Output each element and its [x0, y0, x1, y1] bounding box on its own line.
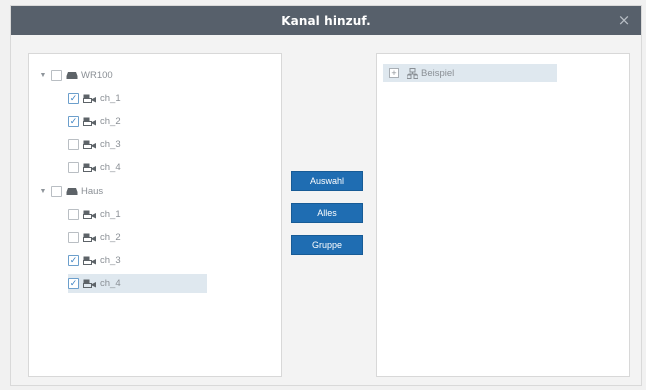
tree-group-wr100[interactable]: ▼ WR100 [38, 66, 113, 85]
tree-channel-item[interactable]: ✓ ch_2 [68, 112, 121, 131]
channel-checkbox[interactable] [68, 139, 79, 150]
select-button[interactable]: Auswahl [291, 171, 363, 191]
camera-icon [83, 233, 97, 242]
channel-checkbox[interactable]: ✓ [68, 93, 79, 104]
expand-arrow-icon[interactable]: ▼ [38, 71, 48, 81]
tree-channel-item[interactable]: ✓ ch_1 [68, 89, 121, 108]
camera-icon [83, 117, 97, 126]
channel-label: ch_3 [100, 139, 121, 150]
close-icon[interactable]: × [613, 9, 635, 31]
channel-checkbox[interactable]: ✓ [68, 278, 79, 289]
group-checkbox[interactable] [51, 186, 62, 197]
camera-icon [83, 210, 97, 219]
channel-tree-panel: ▼ WR100 ✓ ch_1 ✓ ch_2 ch_3 ch_4 ▼ Haus c… [28, 53, 282, 377]
tree-channel-item-selected[interactable]: ✓ ch_4 [68, 274, 207, 293]
dialog-title: Kanal hinzuf. [281, 13, 371, 28]
tree-channel-item[interactable]: ch_3 [68, 135, 121, 154]
channel-checkbox[interactable]: ✓ [68, 116, 79, 127]
channel-label: ch_1 [100, 209, 121, 220]
device-icon [66, 187, 78, 196]
channel-label: ch_4 [100, 278, 121, 289]
camera-icon [83, 256, 97, 265]
group-button[interactable]: Gruppe [291, 235, 363, 255]
dialog-titlebar: Kanal hinzuf. × [11, 6, 641, 35]
group-item-beispiel[interactable]: + Beispiel [383, 64, 557, 82]
channel-label: ch_3 [100, 255, 121, 266]
add-channel-dialog: Kanal hinzuf. × ▼ WR100 ✓ ch_1 ✓ ch_2 ch… [10, 5, 642, 386]
group-icon [407, 67, 418, 79]
camera-icon [83, 163, 97, 172]
tree-channel-item[interactable]: ch_4 [68, 158, 121, 177]
channel-checkbox[interactable] [68, 162, 79, 173]
device-icon [66, 71, 78, 80]
channel-label: ch_2 [100, 232, 121, 243]
tree-group-label: WR100 [81, 70, 113, 81]
tree-channel-item[interactable]: ch_1 [68, 205, 121, 224]
tree-group-haus[interactable]: ▼ Haus [38, 182, 103, 201]
group-list-panel: + Beispiel [376, 53, 630, 377]
tree-channel-item[interactable]: ch_2 [68, 228, 121, 247]
all-button[interactable]: Alles [291, 203, 363, 223]
group-checkbox[interactable] [51, 70, 62, 81]
camera-icon [83, 94, 97, 103]
channel-label: ch_2 [100, 116, 121, 127]
channel-label: ch_4 [100, 162, 121, 173]
channel-checkbox[interactable] [68, 209, 79, 220]
camera-icon [83, 279, 97, 288]
expand-plus-icon[interactable]: + [389, 68, 399, 78]
channel-checkbox[interactable]: ✓ [68, 255, 79, 266]
expand-arrow-icon[interactable]: ▼ [38, 187, 48, 197]
group-label: Beispiel [421, 67, 455, 79]
tree-channel-item[interactable]: ✓ ch_3 [68, 251, 121, 270]
channel-checkbox[interactable] [68, 232, 79, 243]
tree-group-label: Haus [81, 186, 104, 197]
camera-icon [83, 140, 97, 149]
channel-label: ch_1 [100, 93, 121, 104]
